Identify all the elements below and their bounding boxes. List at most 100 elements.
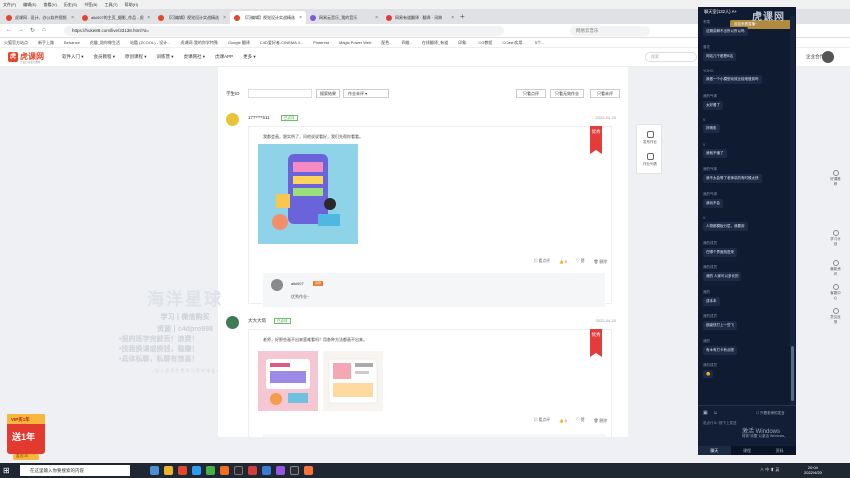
bookmark-item[interactable]: 四维.. xyxy=(402,40,412,46)
publish-homework-button[interactable]: 发布作业 xyxy=(637,131,663,145)
file-explorer-icon[interactable] xyxy=(164,466,173,475)
rail-item-news[interactable]: 最新资讯 xyxy=(829,260,842,277)
site-search-input[interactable]: 搜索 xyxy=(645,52,697,62)
bookmark-item[interactable]: 新手上路 xyxy=(38,40,54,46)
student-id-input[interactable] xyxy=(248,89,312,98)
scrollbar-thumb[interactable] xyxy=(791,346,794,401)
menu-item[interactable]: 工具(T) xyxy=(104,2,117,8)
rail-item-plan[interactable]: 学习计划 xyxy=(829,230,842,247)
post-username[interactable]: 177****511 xyxy=(248,115,270,120)
firefox-icon[interactable] xyxy=(304,466,313,475)
view-comment-link[interactable]: ▤ 看点评 xyxy=(534,418,550,424)
app-icon[interactable] xyxy=(234,466,243,475)
homework-list-button[interactable]: 作业列表 xyxy=(637,153,663,167)
bookmark-item[interactable]: 印象.. xyxy=(458,40,468,46)
avatar[interactable] xyxy=(226,113,239,126)
vip-promo-badge[interactable]: VIP买1年 送1年 直送1年 xyxy=(5,408,47,460)
bookmark-item[interactable]: 火狐官方站点 xyxy=(4,40,28,46)
delete-link[interactable]: 🗑 删除 xyxy=(594,418,607,424)
only-invalid-button[interactable]: 只看无效作业 xyxy=(550,89,584,98)
menu-item[interactable]: 帮助(H) xyxy=(125,2,139,8)
site-nav-item[interactable]: 训练营 ▾ xyxy=(157,54,174,60)
homework-image[interactable] xyxy=(323,351,383,411)
tab-chat[interactable]: 聊天 xyxy=(698,446,731,455)
close-icon[interactable]: × xyxy=(299,15,302,21)
tab-materials[interactable]: 资料 xyxy=(763,446,796,455)
bookmark-item[interactable]: 在线翻译_有道 xyxy=(422,40,448,46)
tab-course[interactable]: 课程 xyxy=(731,446,764,455)
app-icon[interactable] xyxy=(290,466,299,475)
chat-input[interactable]: 说点什么~按下上发送 xyxy=(703,421,737,426)
system-tray[interactable]: ∧ 中 ⬆ 英 xyxy=(760,467,779,473)
bookmark-item[interactable]: C4D爱好者-CINEMA 4... xyxy=(260,40,303,46)
homework-image[interactable] xyxy=(258,144,358,244)
view-comment-link[interactable]: ▤ 看点评 xyxy=(534,259,550,265)
bookmark-item[interactable]: 花瓣_陪你做生活 xyxy=(90,40,120,46)
only-teacher-toggle[interactable]: ☐ 只看老师的发言 xyxy=(756,411,785,416)
site-nav-item[interactable]: 原创课程 ▾ xyxy=(125,54,147,60)
browser-tab[interactable]: 【可编辑】视觉设计实战精选 × xyxy=(154,11,230,24)
bookmark-item[interactable]: Pinterest xyxy=(313,40,329,45)
new-tab-button[interactable]: + xyxy=(460,12,465,21)
like-button[interactable]: 👍 0 xyxy=(559,259,567,265)
site-nav-item[interactable]: 虎课网社 ▾ xyxy=(184,54,206,60)
bookmark-item[interactable]: Magic Power Web xyxy=(339,40,371,45)
like-link[interactable]: ♡ 赞 xyxy=(576,259,585,265)
only-reviewed-button[interactable]: 只看点评 xyxy=(516,89,546,98)
site-nav-item[interactable]: 会员教程 ▾ xyxy=(94,54,116,60)
back-icon[interactable]: ← xyxy=(6,27,12,33)
close-icon[interactable]: × xyxy=(147,15,150,21)
huke-app-icon[interactable] xyxy=(178,466,187,475)
menu-item[interactable]: 编辑(E) xyxy=(23,2,36,8)
reply-username[interactable]: alki007 xyxy=(291,281,304,286)
rail-item-recommend[interactable]: 好课推荐 xyxy=(829,170,842,187)
homework-image[interactable] xyxy=(258,351,318,411)
bookmark-item[interactable]: CG教程 xyxy=(478,40,492,46)
menu-item[interactable]: 文件(F) xyxy=(3,2,16,8)
site-nav-item[interactable]: 软件入门 ▾ xyxy=(62,54,84,60)
delete-link[interactable]: 🗑 删除 xyxy=(594,259,607,265)
browser-tab[interactable]: alki007的主页_摄影_作品 - 虎 × xyxy=(78,11,154,24)
bookmark-item[interactable]: Behance xyxy=(64,40,80,45)
browser-search-input[interactable]: 网易云音乐 xyxy=(570,26,650,36)
browser-tab[interactable]: 虎课网 - 设计、办公软件视频 × xyxy=(2,11,78,24)
menu-item[interactable]: 查看(V) xyxy=(43,2,56,8)
app-icon[interactable] xyxy=(276,466,285,475)
like-link[interactable]: ♡ 赞 xyxy=(576,418,585,424)
image-icon[interactable]: ▣ xyxy=(703,410,708,416)
rail-item-feedback[interactable]: 意见反馈 xyxy=(829,308,842,325)
menu-item[interactable]: 历史(S) xyxy=(64,2,77,8)
wechat-icon[interactable] xyxy=(206,466,215,475)
close-icon[interactable]: × xyxy=(451,15,454,21)
browser-tab[interactable]: 网易有道翻译 · 翻译 · 词典 × xyxy=(382,11,458,24)
url-input[interactable]: https://huke88.com/live/33138.html?a= xyxy=(64,26,504,36)
bookmark-item[interactable]: CCash实用.. xyxy=(502,40,524,46)
clock[interactable]: 20:04 2022/4/20 xyxy=(804,465,822,475)
avatar[interactable] xyxy=(271,279,283,291)
browser-tab[interactable]: 网易云音乐_我的音乐 × xyxy=(306,11,382,24)
site-nav-item[interactable]: 更多 ▾ xyxy=(243,54,256,60)
bookmark-item[interactable]: 站酷 (ZCOOL) - 设计... xyxy=(130,40,170,46)
browser-tab[interactable]: 【可编辑】视觉设计实战精选 × xyxy=(230,11,306,24)
bookmark-item[interactable]: Google 翻译 xyxy=(228,40,250,46)
user-avatar[interactable] xyxy=(822,51,834,63)
close-icon[interactable]: × xyxy=(223,15,226,21)
like-button[interactable]: 👍 0 xyxy=(559,418,567,424)
search-button[interactable]: 搜索结果 xyxy=(316,89,340,98)
app-icon[interactable] xyxy=(262,466,271,475)
site-logo[interactable]: 虎 虎课网 学设计就来虎课网 xyxy=(8,51,50,64)
close-icon[interactable]: × xyxy=(375,15,378,21)
rail-item-service[interactable]: 客服中心 xyxy=(829,284,842,301)
app-icon[interactable] xyxy=(248,466,257,475)
bookmark-item[interactable]: 配色.. xyxy=(381,40,391,46)
edge-icon[interactable] xyxy=(192,466,201,475)
chat-scrollbar[interactable] xyxy=(790,16,795,406)
close-icon[interactable]: × xyxy=(71,15,74,21)
windows-start-icon[interactable]: ⊞ xyxy=(3,466,12,475)
reload-icon[interactable]: ↻ xyxy=(30,27,35,34)
site-nav-item[interactable]: 虎课APP xyxy=(215,54,233,60)
home-icon[interactable]: ⌂ xyxy=(42,27,46,33)
status-select[interactable]: 作业未评 ▾ xyxy=(343,89,389,98)
only-pending-button[interactable]: 只看未评 xyxy=(590,89,620,98)
taskbar-search-input[interactable]: 在这里输入你要搜索的内容 xyxy=(20,465,130,476)
